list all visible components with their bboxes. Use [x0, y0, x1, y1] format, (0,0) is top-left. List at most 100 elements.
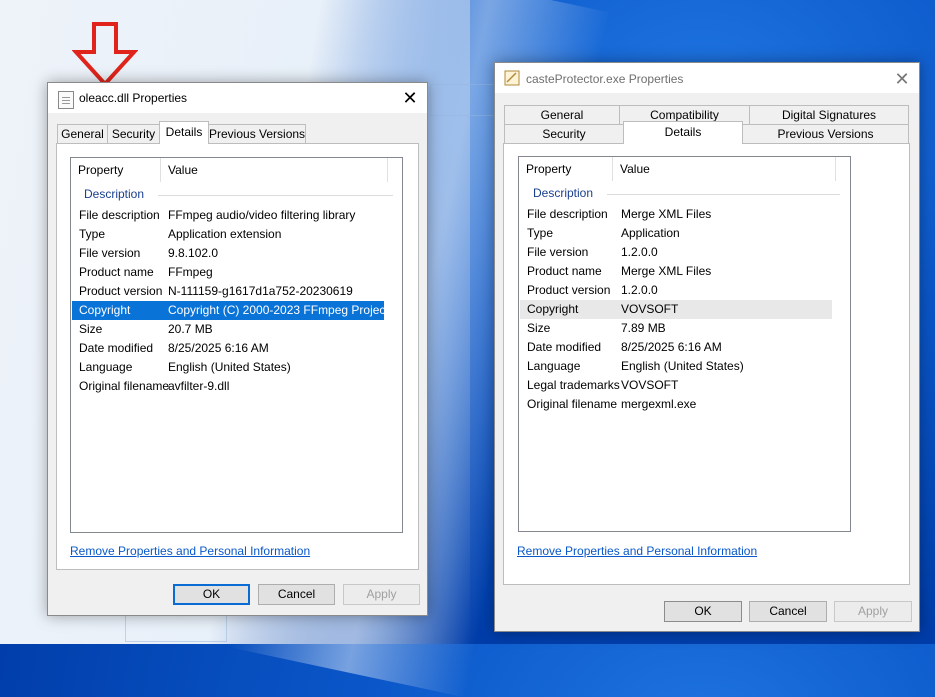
property-value: 1.2.0.0	[621, 245, 658, 259]
property-row[interactable]: Language English (United States)	[72, 358, 384, 377]
property-row[interactable]: Legal trademarks VOVSOFT	[520, 376, 832, 395]
left-close-button[interactable]: ✕	[400, 89, 420, 107]
property-row[interactable]: Type Application	[520, 224, 832, 243]
right-dialog-title: casteProtector.exe Properties	[526, 72, 684, 86]
right-column-header-value[interactable]: Value	[613, 157, 849, 181]
property-value: English (United States)	[621, 359, 744, 373]
right-cancel-button[interactable]: Cancel	[749, 601, 827, 622]
property-row[interactable]: Product version 1.2.0.0	[520, 281, 832, 300]
right-remove-properties-link[interactable]: Remove Properties and Personal Informati…	[517, 544, 757, 558]
right-titlebar[interactable]: casteProtector.exe Properties ✕	[495, 63, 919, 93]
desktop-ghost-frame	[430, 84, 502, 116]
property-name: Copyright	[527, 302, 579, 316]
right-properties-list[interactable]: Property Value Description File descript…	[518, 156, 851, 532]
property-name: Product version	[527, 283, 611, 297]
property-name: Original filename	[79, 379, 170, 393]
property-name: Date modified	[79, 341, 154, 355]
property-row[interactable]: Original filename avfilter-9.dll	[72, 377, 384, 396]
property-value: VOVSOFT	[621, 302, 679, 316]
right-apply-button[interactable]: Apply	[834, 601, 912, 622]
property-row[interactable]: Copyright Copyright (C) 2000-2023 FFmpeg …	[72, 301, 389, 320]
red-down-arrow-icon	[72, 22, 138, 86]
right-tab-previous-versions[interactable]: Previous Versions	[742, 124, 909, 144]
property-row[interactable]: Language English (United States)	[520, 357, 832, 376]
property-row[interactable]: Original filename mergexml.exe	[520, 395, 832, 414]
property-value: Application extension	[168, 227, 282, 241]
right-tab-details[interactable]: Details	[623, 121, 743, 144]
right-column-divider[interactable]	[835, 157, 836, 181]
property-name: Product name	[527, 264, 602, 278]
property-value: 9.8.102.0	[168, 246, 219, 260]
property-row[interactable]: File version 1.2.0.0	[520, 243, 832, 262]
property-row[interactable]: Copyright VOVSOFT	[520, 300, 832, 319]
property-name: File description	[527, 207, 608, 221]
property-name: Language	[527, 359, 581, 373]
property-value: Application	[621, 226, 680, 240]
property-value: avfilter-9.dll	[168, 379, 230, 393]
property-row[interactable]: File version 9.8.102.0	[72, 244, 384, 263]
property-row[interactable]: Product name Merge XML Files	[520, 262, 832, 281]
property-value: Copyright (C) 2000-2023 FFmpeg Project	[168, 303, 389, 317]
property-value: N-111159-g1617d1a752-20230619	[168, 284, 353, 298]
property-name: Size	[79, 322, 103, 336]
property-name: Product version	[79, 284, 163, 298]
right-ok-button[interactable]: OK	[664, 601, 742, 622]
left-column-header-property[interactable]: Property	[71, 158, 161, 182]
left-properties-list[interactable]: Property Value Description File descript…	[70, 157, 403, 533]
property-name: File version	[79, 246, 141, 260]
property-row[interactable]: Product version N-111159-g1617d1a752-2023…	[72, 282, 384, 301]
left-cancel-button[interactable]: Cancel	[258, 584, 335, 605]
left-tab-general[interactable]: General	[57, 124, 108, 144]
property-value: mergexml.exe	[621, 397, 697, 411]
left-column-header-value[interactable]: Value	[161, 158, 401, 182]
left-remove-properties-link[interactable]: Remove Properties and Personal Informati…	[70, 544, 310, 558]
property-value: 20.7 MB	[168, 322, 213, 336]
property-row[interactable]: Date modified 8/25/2025 6:16 AM	[520, 338, 832, 357]
property-value: FFmpeg	[168, 265, 213, 279]
left-tab-security[interactable]: Security	[107, 124, 160, 144]
application-icon	[504, 70, 520, 86]
right-close-button[interactable]: ✕	[892, 70, 912, 88]
left-apply-button[interactable]: Apply	[343, 584, 420, 605]
right-tab-security[interactable]: Security	[504, 124, 624, 144]
property-name: Size	[527, 321, 551, 335]
left-tab-details[interactable]: Details	[159, 121, 209, 144]
property-row[interactable]: File description FFmpeg audio/video filte…	[72, 206, 384, 225]
property-value: FFmpeg audio/video filtering library	[168, 208, 356, 222]
property-name: File description	[79, 208, 160, 222]
desktop-ghost-frame	[125, 612, 227, 642]
property-row[interactable]: Product name FFmpeg	[72, 263, 384, 282]
property-value: Merge XML Files	[621, 207, 712, 221]
property-name: Language	[79, 360, 133, 374]
left-column-divider[interactable]	[387, 158, 388, 182]
property-value: 8/25/2025 6:16 AM	[621, 340, 722, 354]
left-group-line	[158, 195, 393, 196]
property-row[interactable]: Size 7.89 MB	[520, 319, 832, 338]
property-row[interactable]: Size 20.7 MB	[72, 320, 384, 339]
property-name: Legal trademarks	[527, 378, 620, 392]
property-row[interactable]: Date modified 8/25/2025 6:16 AM	[72, 339, 384, 358]
left-tab-previous-versions[interactable]: Previous Versions	[208, 124, 306, 144]
property-value: Merge XML Files	[621, 264, 712, 278]
right-details-panel: Property Value Description File descript…	[503, 143, 910, 585]
left-ok-button[interactable]: OK	[173, 584, 250, 605]
property-value: English (United States)	[168, 360, 291, 374]
right-column-header-property[interactable]: Property	[519, 157, 612, 181]
property-name: Type	[527, 226, 554, 240]
property-name: Product name	[79, 265, 154, 279]
right-properties-dialog: casteProtector.exe Properties ✕ General …	[494, 62, 920, 632]
property-row[interactable]: Type Application extension	[72, 225, 384, 244]
property-value: 8/25/2025 6:16 AM	[168, 341, 269, 355]
document-icon	[58, 91, 74, 109]
property-value: 1.2.0.0	[621, 283, 658, 297]
left-titlebar[interactable]: oleacc.dll Properties ✕	[48, 83, 427, 113]
property-row[interactable]: File description Merge XML Files	[520, 205, 832, 224]
right-tab-general[interactable]: General	[504, 105, 620, 124]
property-name: Copyright	[79, 303, 131, 317]
property-value: 7.89 MB	[621, 321, 666, 335]
property-name: Original filename	[527, 397, 618, 411]
right-tab-digital-signatures[interactable]: Digital Signatures	[749, 105, 909, 124]
property-name: File version	[527, 245, 589, 259]
left-group-description: Description	[84, 187, 145, 201]
right-group-line	[607, 194, 840, 195]
